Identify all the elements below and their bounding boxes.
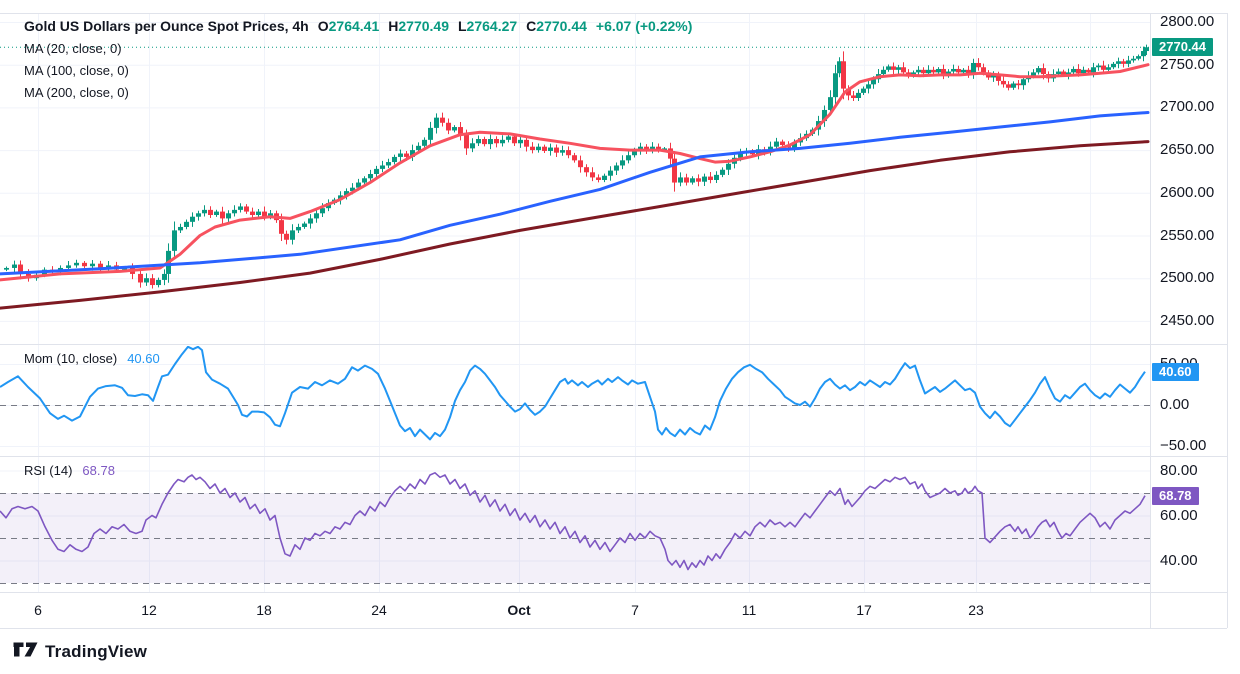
momentum-value-badge: 40.60 [1152,363,1199,381]
time-axis-label: 6 [34,602,42,618]
momentum-legend[interactable]: Mom (10, close) 40.60 [24,351,160,366]
change-value: +6.07 (+0.22%) [596,18,693,34]
y-axis-label: 40.00 [1160,552,1198,569]
close-value: 2770.44 [536,18,587,34]
rsi-label: RSI (14) [24,463,72,478]
close-label: C [526,18,536,34]
symbol-legend-row[interactable]: Gold US Dollars per Ounce Spot Prices, 4… [24,18,692,34]
open-label: O [318,18,329,34]
y-axis-label: 2450.00 [1160,312,1214,329]
low-value: 2764.27 [467,18,518,34]
tradingview-logo-icon [13,642,38,662]
time-axis-label: Oct [507,602,530,618]
momentum-label: Mom (10, close) [24,351,117,366]
high-label: H [388,18,398,34]
time-axis-label: 12 [141,602,157,618]
y-axis-label: −50.00 [1160,437,1206,454]
y-axis-label: 2750.00 [1160,56,1214,73]
low-label: L [458,18,467,34]
ma-20-legend[interactable]: MA (20, close, 0) [24,41,692,56]
y-axis-label: 2550.00 [1160,227,1214,244]
y-axis-label: 80.00 [1160,462,1198,479]
momentum-value: 40.60 [127,351,160,366]
ma-line-2 [0,142,1148,309]
chart-plot-area[interactable] [0,0,1240,674]
time-axis-label: 11 [742,602,757,618]
time-axis-label: 24 [371,602,387,618]
time-axis-label: 7 [631,602,639,618]
y-axis-label: 2800.00 [1160,13,1214,30]
symbol-title: Gold US Dollars per Ounce Spot Prices, 4… [24,18,309,34]
main-legend[interactable]: Gold US Dollars per Ounce Spot Prices, 4… [24,18,692,100]
rsi-value: 68.78 [82,463,115,478]
tradingview-logo-text: TradingView [45,642,147,662]
tradingview-chart-widget: { "legend": { "title": "Gold US Dollars … [0,0,1240,674]
y-axis-label: 60.00 [1160,507,1198,524]
last-price-badge: 2770.44 [1152,38,1213,56]
y-axis-label: 2600.00 [1160,184,1214,201]
y-axis-label: 2500.00 [1160,269,1214,286]
time-axis-label: 18 [256,602,272,618]
y-axis-label: 0.00 [1160,396,1189,413]
y-axis-label: 2700.00 [1160,98,1214,115]
high-value: 2770.49 [398,18,449,34]
ma-200-legend[interactable]: MA (200, close, 0) [24,85,692,100]
time-axis-label: 17 [856,602,872,618]
time-axis-label: 23 [968,602,984,618]
rsi-value-badge: 68.78 [1152,487,1199,505]
tradingview-logo[interactable]: TradingView [13,642,147,662]
rsi-legend[interactable]: RSI (14) 68.78 [24,463,115,478]
open-value: 2764.41 [329,18,380,34]
y-axis-label: 2650.00 [1160,141,1214,158]
ma-100-legend[interactable]: MA (100, close, 0) [24,63,692,78]
momentum-line [0,347,1145,440]
